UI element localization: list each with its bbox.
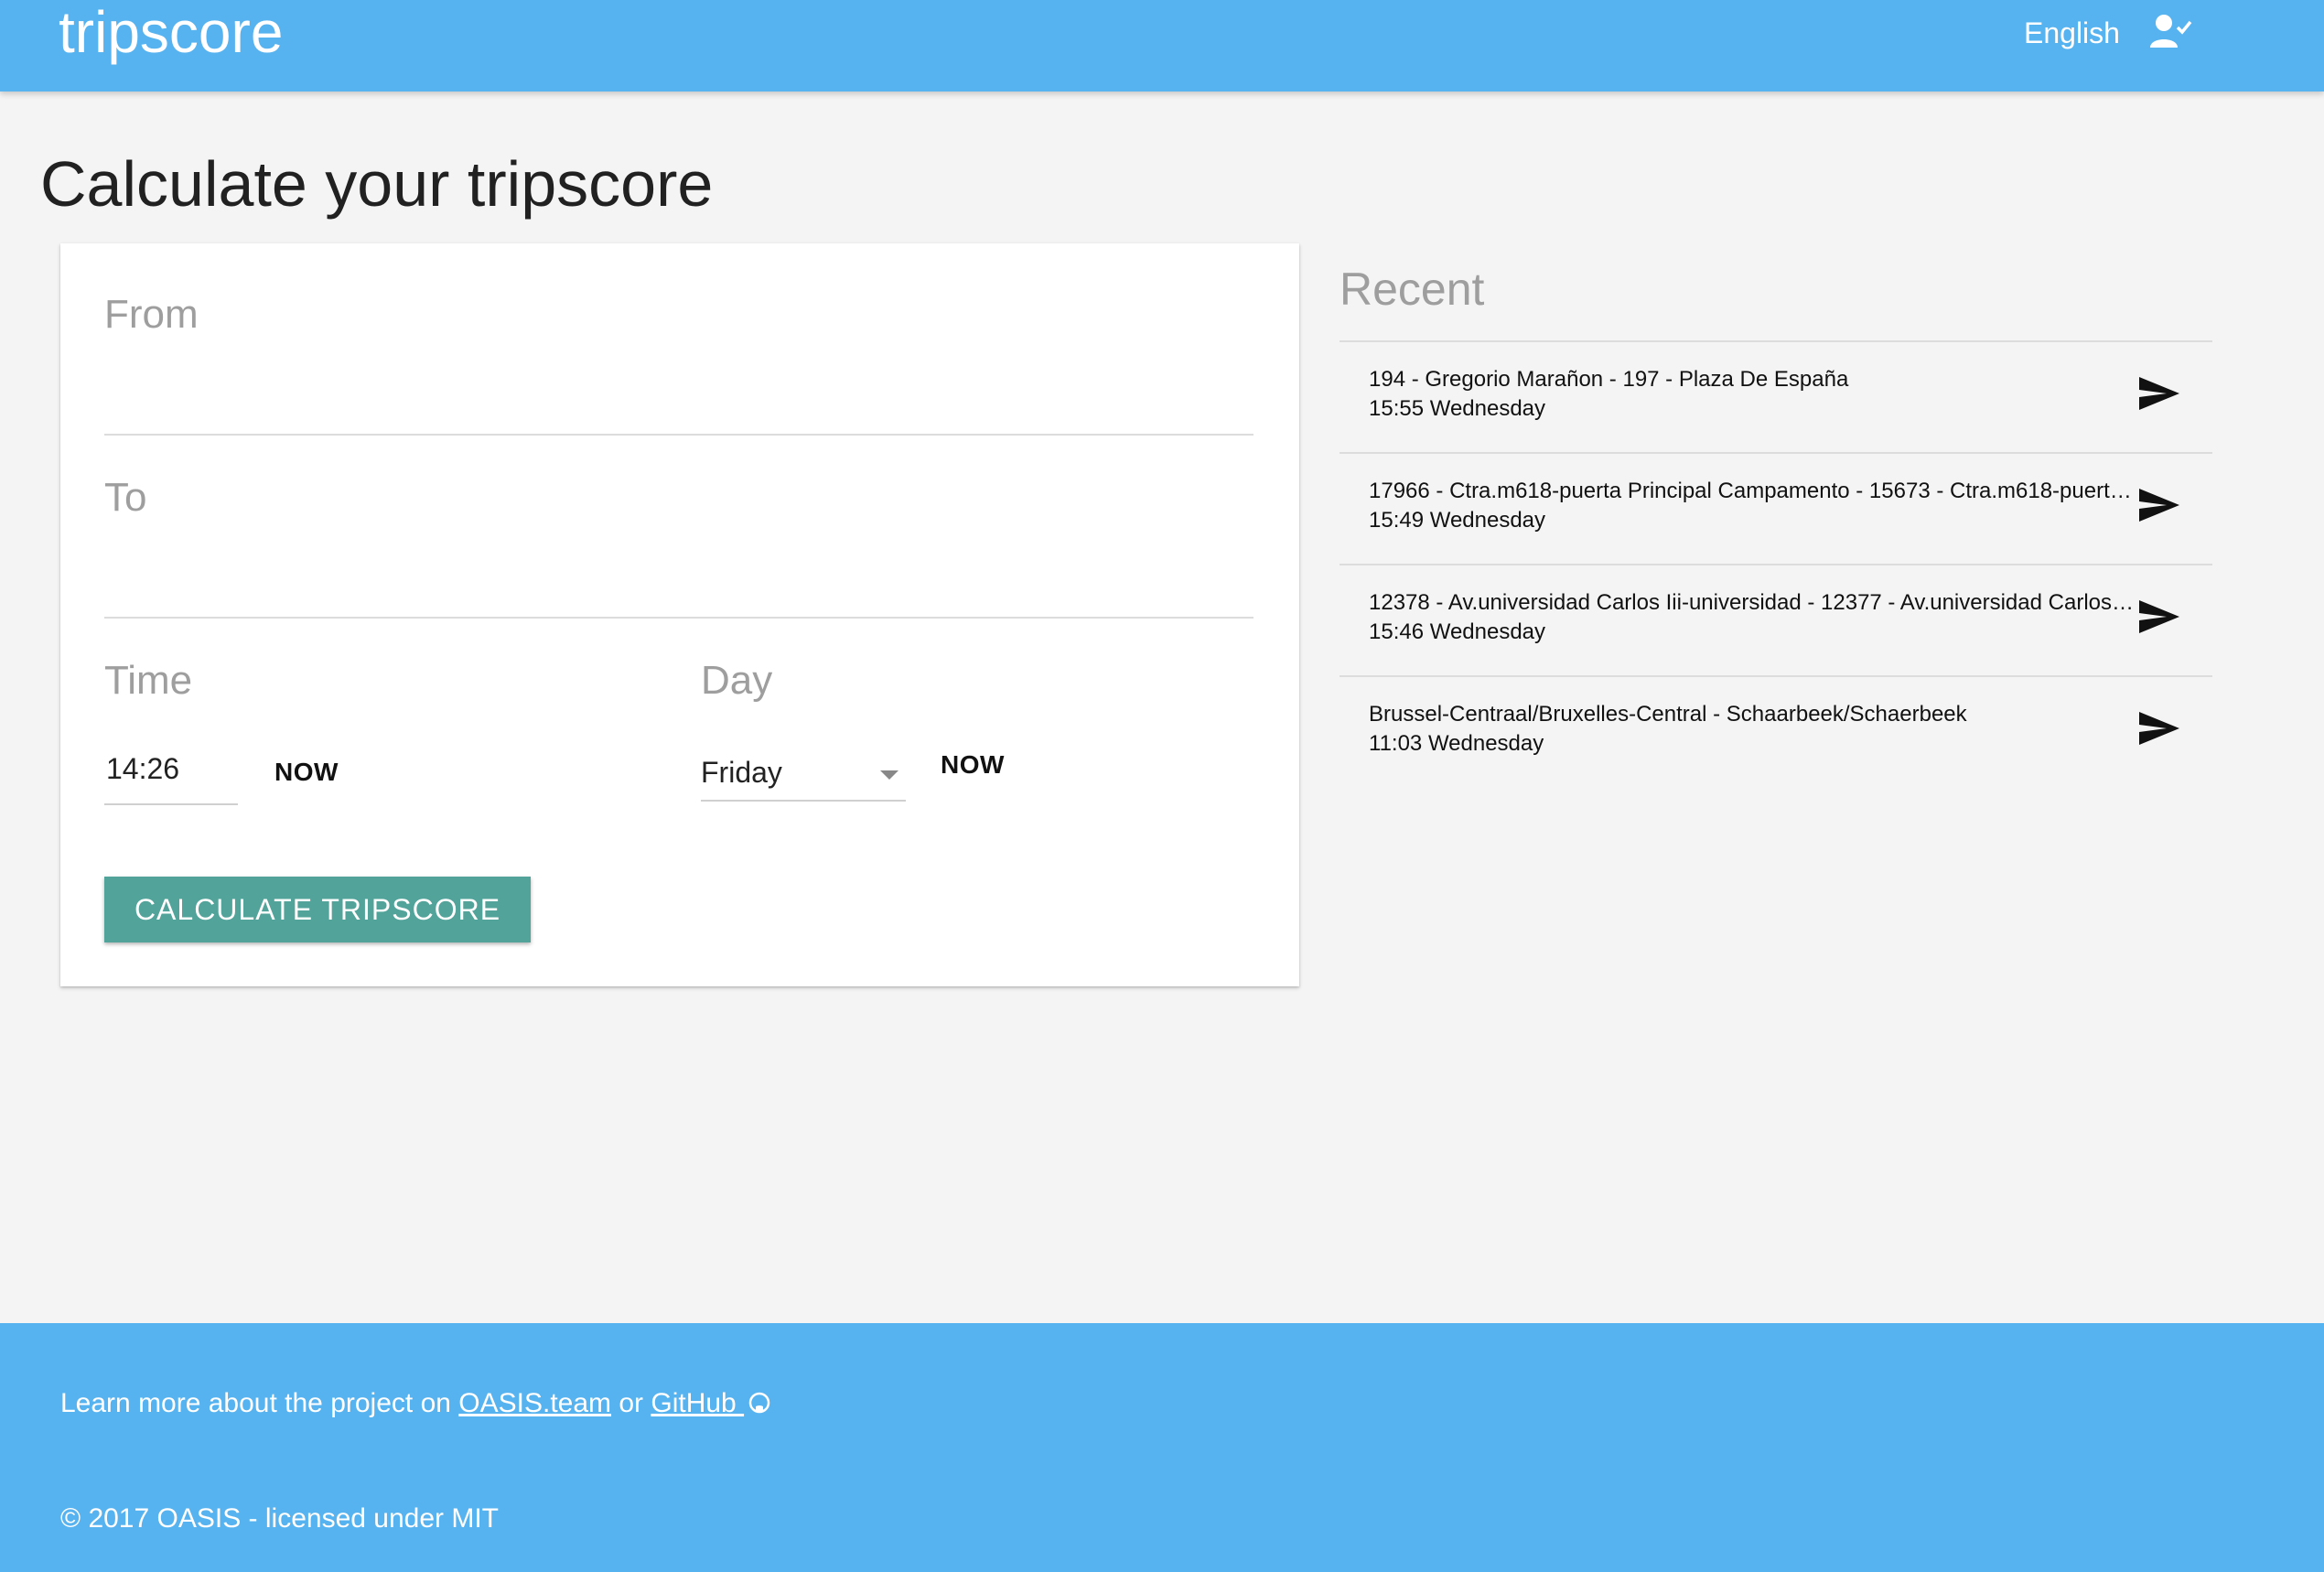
recent-title: Recent bbox=[1340, 264, 1485, 315]
time-label: Time bbox=[104, 658, 193, 703]
footer-learn-prefix: Learn more about the project on bbox=[60, 1388, 459, 1418]
send-icon[interactable] bbox=[2137, 487, 2181, 523]
from-input[interactable] bbox=[104, 371, 1253, 426]
to-label: To bbox=[104, 475, 147, 520]
time-input[interactable]: 14:26 bbox=[106, 748, 238, 789]
github-icon[interactable] bbox=[748, 1391, 771, 1415]
recent-item[interactable]: 194 - Gregorio Marañon - 197 - Plaza De … bbox=[1340, 342, 2212, 452]
from-label: From bbox=[104, 292, 199, 337]
footer-or-text: or bbox=[611, 1388, 651, 1418]
top-app-bar: tripscore English bbox=[0, 0, 2324, 92]
day-select[interactable]: Friday bbox=[701, 752, 906, 792]
footer-learn-more: Learn more about the project on OASIS.te… bbox=[60, 1385, 771, 1422]
chevron-down-icon[interactable] bbox=[880, 770, 898, 780]
github-link[interactable]: GitHub bbox=[651, 1388, 744, 1418]
oasis-team-link[interactable]: OASIS.team bbox=[458, 1388, 611, 1418]
day-now-button[interactable]: NOW bbox=[941, 747, 1005, 783]
to-input[interactable] bbox=[104, 555, 1253, 609]
recent-route: 194 - Gregorio Marañon - 197 - Plaza De … bbox=[1369, 367, 1849, 392]
recent-time: 15:55 Wednesday bbox=[1369, 396, 1546, 421]
recent-route: Brussel-Centraal/Bruxelles-Central - Sch… bbox=[1369, 702, 1967, 727]
send-icon[interactable] bbox=[2137, 710, 2181, 747]
recent-item[interactable]: 17966 - Ctra.m618-puerta Principal Campa… bbox=[1340, 454, 2212, 564]
brand-logo[interactable]: tripscore bbox=[59, 0, 283, 64]
recent-time: 15:49 Wednesday bbox=[1369, 508, 1546, 533]
recent-route: 12378 - Av.universidad Carlos Iii-univer… bbox=[1369, 590, 2137, 615]
language-selector[interactable]: English bbox=[2024, 11, 2120, 55]
footer: Learn more about the project on OASIS.te… bbox=[0, 1323, 2324, 1572]
recent-time: 11:03 Wednesday bbox=[1369, 731, 1544, 756]
account-check-icon[interactable] bbox=[2150, 13, 2192, 51]
footer-copyright: © 2017 OASIS - licensed under MIT bbox=[60, 1503, 499, 1534]
recent-time: 15:46 Wednesday bbox=[1369, 619, 1546, 644]
recent-item[interactable]: 12378 - Av.universidad Carlos Iii-univer… bbox=[1340, 565, 2212, 675]
calculate-tripscore-button[interactable]: CALCULATE TRIPSCORE bbox=[104, 877, 531, 942]
from-underline bbox=[104, 434, 1253, 436]
to-underline bbox=[104, 617, 1253, 619]
time-now-button[interactable]: NOW bbox=[274, 754, 339, 791]
recent-route: 17966 - Ctra.m618-puerta Principal Campa… bbox=[1369, 479, 2137, 503]
page-title: Calculate your tripscore bbox=[40, 148, 714, 220]
time-underline bbox=[104, 803, 238, 805]
day-label: Day bbox=[701, 658, 773, 703]
send-icon[interactable] bbox=[2137, 598, 2181, 635]
send-icon[interactable] bbox=[2137, 375, 2181, 412]
day-underline bbox=[701, 800, 906, 802]
trip-form-card: From To Time 14:26 NOW Day Friday NOW CA… bbox=[60, 243, 1299, 986]
recent-item[interactable]: Brussel-Centraal/Bruxelles-Central - Sch… bbox=[1340, 677, 2212, 787]
